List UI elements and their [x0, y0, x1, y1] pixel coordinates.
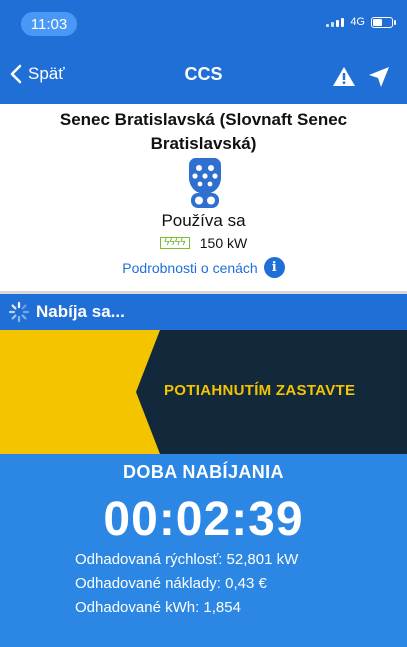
charging-label: Nabíja sa...	[36, 302, 125, 321]
power-value: 150 kW	[199, 235, 248, 251]
loading-spinner-icon	[8, 301, 30, 323]
status-bar: 11:03 4G	[0, 0, 407, 48]
charging-status-bar: Nabíja sa...	[0, 294, 407, 330]
navigate-icon[interactable]	[368, 66, 390, 88]
estimated-kwh: Odhadované kWh: 1,854	[75, 599, 241, 616]
slider-label: POTIAHNUTÍM ZASTAVTE	[164, 382, 356, 399]
warning-icon[interactable]	[332, 66, 356, 87]
info-icon[interactable]: i	[263, 257, 285, 278]
fast-charge-icon: ϟϟϟϟ	[159, 237, 190, 249]
status-time: 11:03	[21, 12, 77, 36]
battery-icon	[371, 16, 396, 28]
charging-timer: 00:02:39	[103, 493, 304, 546]
station-name: Senec Bratislavská (Slovnaft Senec Brati…	[59, 110, 348, 153]
ccs-connector-icon	[188, 158, 222, 208]
session-panel: DOBA NABÍJANIA 00:02:39 Odhadovaná rýchl…	[0, 454, 407, 647]
nav-bar: Späť CCS	[0, 48, 407, 104]
network-label: 4G	[350, 16, 365, 28]
duration-label: DOBA NABÍJANIA	[123, 462, 284, 482]
price-details-link[interactable]: Podrobnosti o cenách i	[0, 257, 407, 278]
station-status: Používa sa	[161, 211, 246, 230]
swipe-to-stop-slider[interactable]: POTIAHNUTÍM ZASTAVTE	[0, 330, 407, 454]
estimated-speed: Odhadovaná rýchlosť: 52,801 kW	[75, 551, 299, 568]
estimated-cost: Odhadované náklady: 0,43 €	[75, 575, 267, 592]
power-row: ϟϟϟϟ 150 kW	[0, 235, 407, 251]
status-icons: 4G	[326, 16, 396, 28]
station-info: Senec Bratislavská (Slovnaft Senec Brati…	[0, 104, 407, 291]
price-details-label: Podrobnosti o cenách	[122, 259, 258, 276]
signal-icon	[326, 17, 345, 27]
